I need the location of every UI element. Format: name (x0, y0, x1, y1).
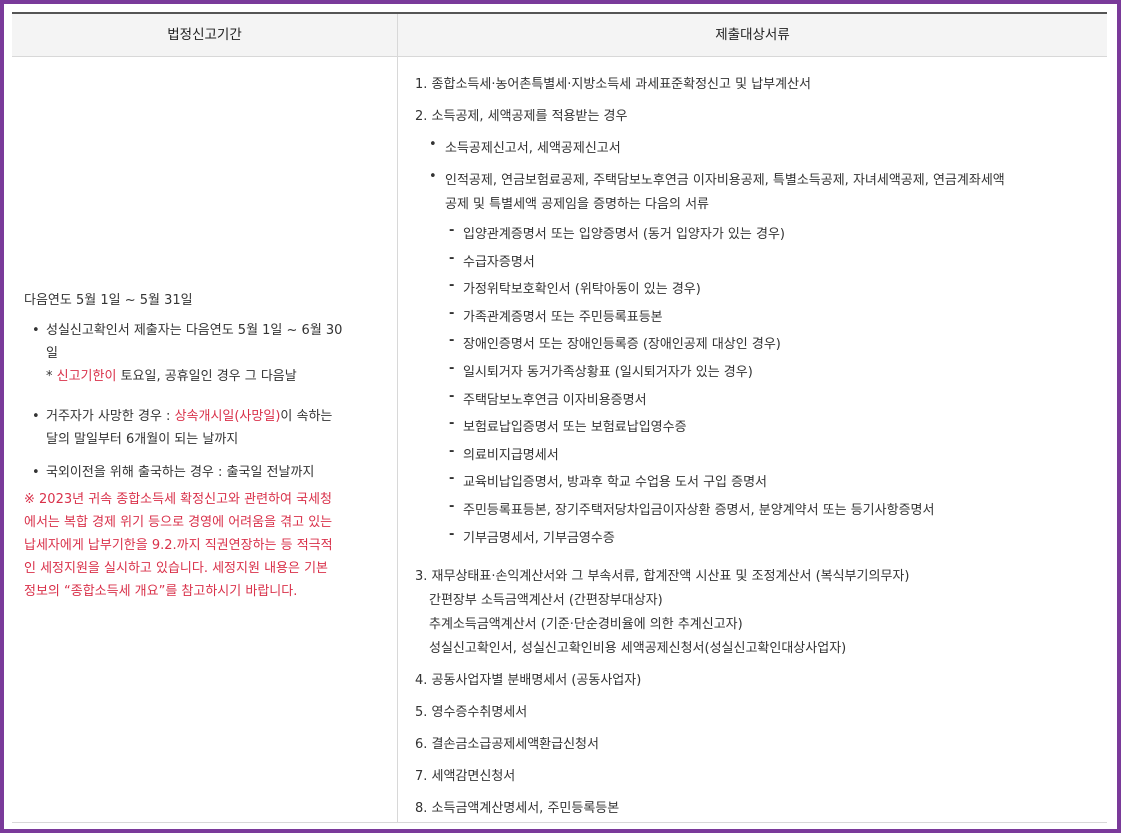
list-item: 가족관계증명서 또는 주민등록표등본 (463, 309, 663, 325)
list-item: • 국외이전을 위해 출국하는 경우 : 출국일 전날까지 (32, 461, 314, 484)
document-item-4: 4. 공동사업자별 분배명세서 (공동사업자) (415, 673, 642, 688)
bullet-prefix: 거주자가 사망한 경우 : (46, 409, 175, 424)
tax-support-notice: ※ 2023년 귀속 종합소득세 확정신고와 관련하여 국세청 에서는 복합 경… (24, 488, 390, 603)
notice-line: 에서는 복합 경제 위기 등으로 경영에 어려움을 겪고 있는 (24, 515, 333, 530)
list-item: 수급자증명서 (463, 254, 535, 270)
notice-line: 정보의 “종합소득세 개요”를 참고하시기 바랍니다. (24, 584, 298, 599)
list-item: 교육비납입증명서, 방과후 학교 수업용 도서 구입 증명서 (463, 475, 768, 491)
bullet-rest: 이 속하는 (280, 409, 333, 424)
filing-period-cell: 다음연도 5월 1일 ~ 5월 31일 • 성실신고확인서 제출자는 다음연도 … (22, 57, 390, 823)
bullet-text: 달의 말일부터 6개월이 되는 날까지 (46, 432, 239, 447)
document-item-3-line: 간편장부 소득금액계산서 (간편장부대상자) (429, 593, 663, 608)
filing-table: 법정신고기간 제출대상서류 다음연도 5월 1일 ~ 5월 31일 • 성실신고… (12, 12, 1107, 823)
list-item: 입양관계증명서 또는 입양증명서 (동거 입양자가 있는 경우) (463, 227, 785, 242)
list-item: • 성실신고확인서 제출자는 다음연도 5월 1일 ~ 6월 30 일 * 신고… (32, 319, 342, 388)
list-item: • 거주자가 사망한 경우 : 상속개시일(사망일)이 속하는 달의 말일부터 … (32, 405, 332, 451)
notice-line: 인 세정지원을 실시하고 있습니다. 세정지원 내용은 기본 (24, 561, 329, 576)
document-item-1: 1. 종합소득세·농어촌특별세·지방소득세 과세표준확정신고 및 납부계산서 (415, 77, 811, 92)
filing-period-text: 다음연도 5월 1일 ~ 5월 31일 (24, 293, 193, 308)
document-item-8: 8. 소득금액계산명세서, 주민등록등본 (415, 801, 620, 816)
sub-item: 소득공제신고서, 세액공제신고서 (445, 141, 621, 156)
bullet-icon: • (32, 409, 40, 424)
bullet-icon: • (32, 465, 40, 480)
list-item: 장애인증명서 또는 장애인등록증 (장애인공제 대상인 경우) (463, 337, 781, 353)
list-item: 의료비지급명세서 (463, 447, 559, 463)
required-documents-cell: 1. 종합소득세·농어촌특별세·지방소득세 과세표준확정신고 및 납부계산서 2… (407, 57, 1107, 823)
header-required-documents: 제출대상서류 (715, 27, 790, 43)
dash-icon: - (449, 388, 455, 404)
document-item-3-line: 추계소득금액계산서 (기준·단순경비율에 의한 추계신고자) (429, 617, 743, 632)
document-item-5: 5. 영수증수취명세서 (415, 705, 528, 720)
document-item-2: 2. 소득공제, 세액공제를 적용받는 경우 (415, 109, 628, 124)
page-frame: 법정신고기간 제출대상서류 다음연도 5월 1일 ~ 5월 31일 • 성실신고… (0, 0, 1121, 833)
dash-icon: - (449, 416, 455, 432)
bullet-icon: • (429, 169, 437, 184)
document-item-7: 7. 세액감면신청서 (415, 769, 516, 784)
bullet-text: 성실신고확인서 제출자는 다음연도 5월 1일 ~ 6월 30 (46, 323, 343, 338)
notice-line: 납세자에게 납부기한을 9.2.까지 직권연장하는 등 적극적 (24, 538, 333, 553)
header-filing-period: 법정신고기간 (167, 27, 242, 43)
list-item: 기부금명세서, 기부금영수증 (463, 530, 615, 546)
bullet-text: 국외이전을 위해 출국하는 경우 : 출국일 전날까지 (46, 465, 315, 480)
column-divider (397, 14, 398, 823)
dash-icon: - (449, 223, 455, 238)
list-item: 주민등록표등본, 장기주택저당차입금이자상환 증명서, 분양계약서 또는 등기사… (463, 503, 935, 518)
bullet-text: 거주자가 사망한 경우 : 상속개시일(사망일)이 속하는 (46, 405, 332, 428)
dash-icon: - (449, 361, 455, 376)
dash-icon: - (449, 333, 455, 349)
highlight-text: 상속개시일(사망일) (174, 409, 281, 424)
dash-icon: - (449, 443, 455, 459)
list-item: 주택담보노후연금 이자비용증명서 (463, 392, 647, 408)
dash-icon: - (449, 526, 455, 542)
dash-icon: - (449, 278, 455, 294)
dash-icon: - (449, 499, 455, 514)
dash-icon: - (449, 250, 455, 266)
list-item: 가정위탁보호확인서 (위탁아동이 있는 경우) (463, 282, 701, 298)
list-item: 보험료납입증명서 또는 보험료납입영수증 (463, 420, 687, 436)
highlight-text: 신고기한이 (56, 369, 117, 384)
sub-item: 인적공제, 연금보험료공제, 주택담보노후연금 이자비용공제, 특별소득공제, … (445, 173, 1005, 188)
dash-icon: - (449, 471, 455, 487)
table-header: 법정신고기간 제출대상서류 (12, 14, 1107, 57)
bullet-note: * 신고기한이 토요일, 공휴일인 경우 그 다음날 (46, 365, 342, 388)
sub-item-continued: 공제 및 특별세액 공제임을 증명하는 다음의 서류 (445, 197, 709, 212)
bullet-icon: • (429, 137, 437, 152)
notice-line: ※ 2023년 귀속 종합소득세 확정신고와 관련하여 국세청 (24, 492, 332, 507)
document-item-3-line: 성실신고확인서, 성실신고확인비용 세액공제신청서(성실신고확인대상사업자) (429, 641, 847, 656)
document-item-6: 6. 결손금소급공제세액환급신청서 (415, 737, 599, 752)
note-text: 토요일, 공휴일인 경우 그 다음날 (116, 369, 297, 384)
note-prefix: * (46, 369, 57, 384)
dash-icon: - (449, 305, 455, 321)
list-item: 일시퇴거자 동거가족상황표 (일시퇴거자가 있는 경우) (463, 365, 753, 380)
bullet-icon: • (32, 323, 40, 338)
bullet-text: 일 (46, 346, 58, 361)
document-item-3: 3. 재무상태표·손익계산서와 그 부속서류, 합계잔액 시산표 및 조정계산서… (415, 569, 910, 584)
